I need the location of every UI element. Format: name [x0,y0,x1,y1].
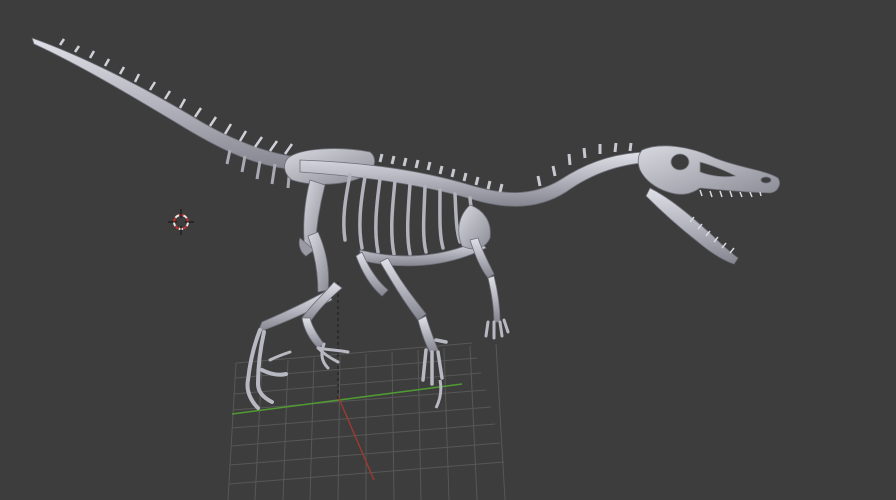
tail-bones [31,37,306,189]
foot-near [245,328,292,410]
viewport-canvas[interactable] [0,0,896,500]
3d-viewport[interactable] [0,0,896,500]
femur-near [307,231,329,293]
3d-cursor-icon[interactable] [168,209,194,235]
skull-bone [637,145,780,265]
forelimb-near [469,237,510,340]
floor-grid [227,342,506,500]
y-axis-line [337,395,375,481]
hindlimb-mid [301,281,350,370]
velociraptor-skeleton[interactable] [31,37,780,410]
hindlimb-far [379,257,448,409]
